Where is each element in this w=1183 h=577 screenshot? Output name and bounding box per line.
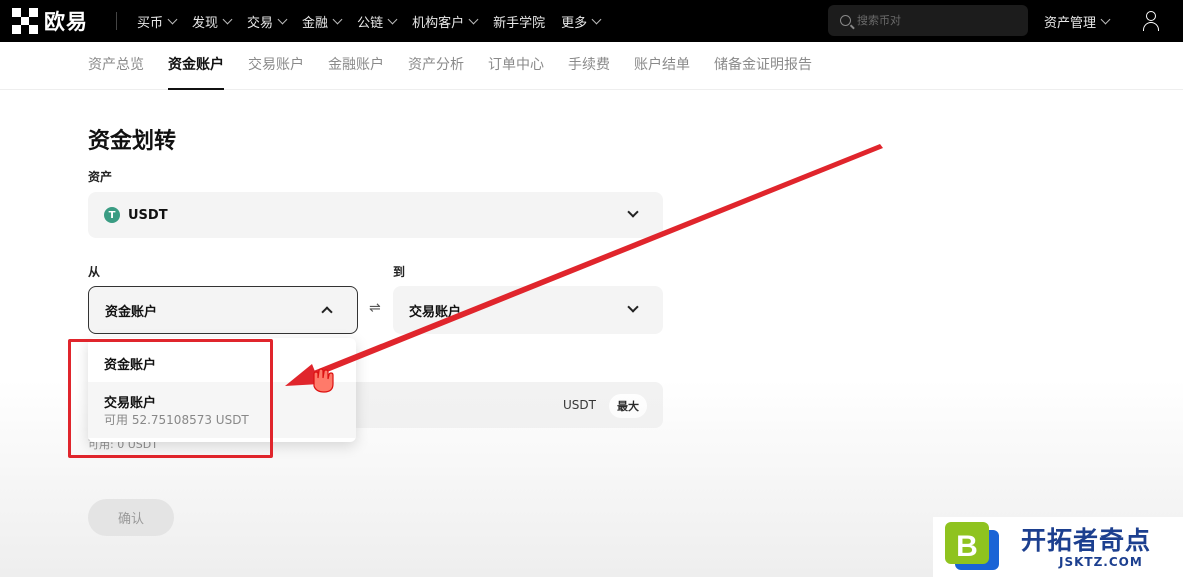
chevron-down-icon [1100,14,1111,24]
chevron-up-icon [321,306,333,318]
max-button[interactable]: 最大 [609,394,647,418]
logo-text: 欧易 [44,10,88,34]
arrow-shaft [296,144,883,383]
amount-unit: USDT [563,398,596,412]
hand-cursor-icon [313,368,334,393]
nav-item-academy[interactable]: 新手学院 [493,12,545,31]
nav-label: 更多 [561,15,588,31]
nav-item-buy[interactable]: 买币 [137,12,178,31]
tab-statements[interactable]: 账户结单 [634,42,690,90]
swap-icon[interactable]: ⇌ [369,300,381,316]
chevron-down-icon [387,14,398,24]
chevron-down-icon [277,14,288,24]
from-label: 从 [88,265,101,279]
nav-label: 金融 [302,15,329,31]
tab-proof-of-reserves[interactable]: 储备金证明报告 [714,42,812,90]
from-account-value: 资金账户 [105,304,158,320]
tab-asset-overview[interactable]: 资产总览 [88,42,144,90]
asset-label: 资产 [88,170,113,184]
nav-label: 新手学院 [493,15,546,31]
nav-label: 发现 [192,15,219,31]
annotation-highlight-box [68,339,273,458]
asset-value: USDT [128,207,168,223]
nav-label: 公链 [357,15,384,31]
brand-watermark: B 开拓者奇点 JSKTZ.COM [933,517,1183,577]
page-title: 资金划转 [88,129,177,154]
nav-divider [116,12,117,30]
to-account-select[interactable]: 交易账户 [393,286,663,334]
to-account-value: 交易账户 [409,304,462,320]
search-input[interactable] [857,14,1017,27]
brand-subtitle: JSKTZ.COM [1059,555,1143,569]
brand-logo-letter: B [956,530,978,563]
from-account-select[interactable]: 资金账户 [88,286,358,334]
nav-item-chain[interactable]: 公链 [357,12,398,31]
chevron-down-icon [627,301,639,313]
chevron-down-icon [332,14,343,24]
brand-title: 开拓者奇点 [1021,526,1152,555]
to-label: 到 [393,265,406,279]
nav-item-more[interactable]: 更多 [561,12,602,31]
nav-item-finance[interactable]: 金融 [302,12,343,31]
account-subnav: 资产总览 资金账户 交易账户 金融账户 资产分析 订单中心 手续费 账户结单 储… [0,42,1183,90]
nav-item-institutional[interactable]: 机构客户 [412,12,479,31]
chevron-down-icon [627,206,639,218]
nav-label: 交易 [247,15,274,31]
tab-order-center[interactable]: 订单中心 [488,42,544,90]
search-box[interactable] [828,5,1028,36]
confirm-button[interactable]: 确认 [88,499,174,536]
main-nav: 买币 发现 交易 金融 公链 机构客户 新手学院 更多 [137,0,616,42]
nav-label: 机构客户 [412,15,465,31]
tab-finance-account[interactable]: 金融账户 [328,42,384,90]
nav-item-discover[interactable]: 发现 [192,12,233,31]
user-icon[interactable] [1142,11,1160,31]
logo-mark-icon [12,8,38,34]
chevron-down-icon [591,14,602,24]
chevron-down-icon [167,14,178,24]
tab-funding-account[interactable]: 资金账户 [168,42,224,90]
tab-asset-analysis[interactable]: 资产分析 [408,42,464,90]
nav-item-trade[interactable]: 交易 [247,12,288,31]
chevron-down-icon [222,14,233,24]
asset-select[interactable]: T USDT [88,192,663,238]
usdt-coin-icon: T [104,207,120,223]
okx-logo[interactable]: 欧易 [12,7,88,35]
brand-logo-icon: B [945,522,999,570]
tab-fees[interactable]: 手续费 [568,42,610,90]
tab-trading-account[interactable]: 交易账户 [248,42,304,90]
asset-management-label: 资产管理 [1044,15,1097,31]
nav-label: 买币 [137,15,164,31]
asset-management-menu[interactable]: 资产管理 [1044,0,1111,42]
search-icon [840,15,851,26]
top-navbar: 欧易 买币 发现 交易 金融 公链 机构客户 新手学院 更多 资产管理 [0,0,1183,42]
chevron-down-icon [468,14,479,24]
